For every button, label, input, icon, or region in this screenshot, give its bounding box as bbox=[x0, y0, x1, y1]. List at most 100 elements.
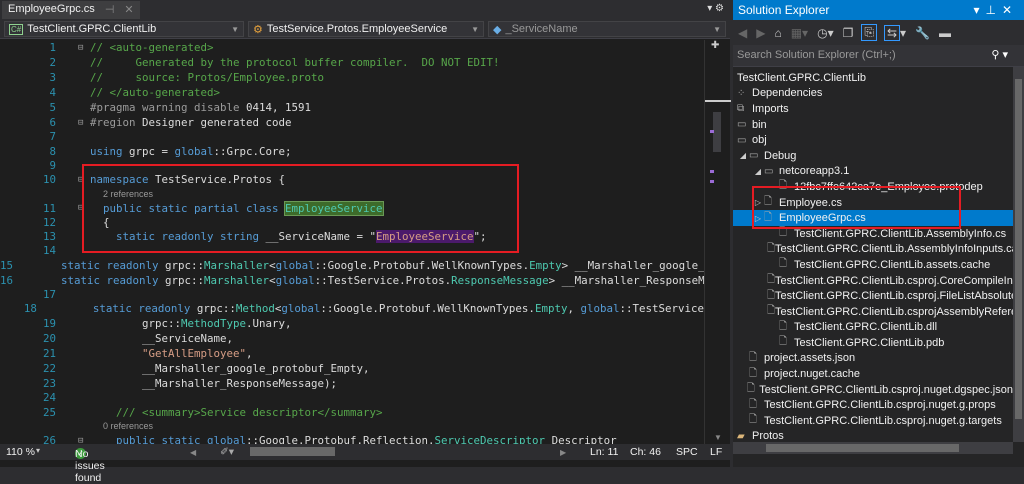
code-token: Empty bbox=[534, 302, 568, 315]
tree-item[interactable]: 🗋 project.nuget.cache bbox=[733, 366, 1013, 382]
code-token: 0414, 1591 bbox=[246, 101, 312, 114]
tree-item[interactable]: ▭ obj bbox=[733, 132, 1013, 148]
properties-icon[interactable]: 🔧 bbox=[915, 26, 930, 40]
scroll-thumb[interactable] bbox=[713, 112, 721, 152]
code-token: > __Marshaller_ResponseMessage bbox=[548, 273, 704, 287]
preview-icon[interactable]: ▬ bbox=[939, 26, 951, 40]
tree-vertical-scrollbar[interactable] bbox=[1013, 67, 1024, 442]
scroll-thumb[interactable] bbox=[766, 444, 959, 452]
tree-item[interactable]: 🗋 TestClient.GPRC.ClientLib.csproj.nuget.… bbox=[733, 397, 1013, 413]
solution-explorer-header: Solution Explorer ▾⊥✕ bbox=[733, 0, 1024, 20]
dropdown-icon[interactable]: ▾ bbox=[973, 3, 985, 17]
show-all-files-icon[interactable]: ⎘ bbox=[861, 24, 877, 41]
fold-toggle-icon[interactable]: ⊟ bbox=[78, 43, 90, 53]
dropdown-icon[interactable]: ▾ bbox=[707, 3, 712, 14]
pin-icon[interactable]: ⊣ bbox=[105, 3, 115, 17]
folder-icon: ▭ bbox=[737, 134, 747, 146]
code-line: 6 ⊟ #region Designer generated code bbox=[0, 115, 704, 130]
line-number: 25 bbox=[42, 405, 56, 419]
gear-icon[interactable]: ⚙ bbox=[715, 3, 724, 14]
close-icon[interactable]: ✕ bbox=[1002, 3, 1018, 17]
tree-item[interactable]: ▭ bin bbox=[733, 117, 1013, 133]
scroll-right-icon[interactable]: ▶ bbox=[560, 448, 566, 457]
project-label: TestClient.GPRC.ClientLib bbox=[27, 23, 157, 35]
code-token: global bbox=[174, 144, 214, 158]
fold-toggle-icon[interactable]: ⊟ bbox=[78, 118, 90, 128]
collapse-all-icon[interactable]: ❐ bbox=[843, 26, 854, 40]
tree-item[interactable]: 🗋 TestClient.GPRC.ClientLib.csproj.nuget.… bbox=[733, 382, 1013, 398]
file-icon: 🗋 bbox=[749, 367, 758, 379]
file-icon: 🗋 bbox=[749, 398, 758, 410]
history-icon[interactable]: ◷▾ bbox=[817, 26, 834, 40]
brush-icon[interactable]: ✐▾ bbox=[220, 446, 234, 458]
tree-item[interactable]: 🗋 TestClient.GPRC.ClientLib.pdb bbox=[733, 335, 1013, 351]
tree-item[interactable]: ◢ ▭ netcoreapp3.1 bbox=[733, 164, 1013, 180]
tree-item[interactable]: ⧉ Imports bbox=[733, 101, 1013, 117]
scroll-thumb[interactable] bbox=[1015, 79, 1022, 419]
chevron-down-icon: ▼ bbox=[231, 24, 239, 34]
home-icon[interactable]: ⌂ bbox=[774, 26, 781, 40]
code-token: Marshaller bbox=[204, 273, 270, 287]
line-ending[interactable]: LF bbox=[710, 446, 722, 458]
code-token: ResponseMessage bbox=[451, 273, 549, 287]
scroll-down-icon[interactable]: ▼ bbox=[714, 433, 722, 442]
back-icon[interactable]: ◀ bbox=[738, 26, 747, 40]
tree-item[interactable]: 🗋 TestClient.GPRC.ClientLib.dll bbox=[733, 320, 1013, 336]
zoom-dropdown-icon[interactable]: ▾ bbox=[36, 446, 40, 455]
line-number: 14 bbox=[42, 244, 56, 258]
pin-icon[interactable]: ⊥ bbox=[985, 3, 1001, 17]
tree-item[interactable]: 🗋 project.assets.json bbox=[733, 351, 1013, 367]
tree-item[interactable]: 🗋 TestClient.GPRC.ClientLib.csprojAssembl… bbox=[733, 304, 1013, 320]
solution-explorer-toolbar: ◀ ▶ ⌂ ▦▾ ◷▾ ❐ ⎘ ⇆ ▾ 🔧 ▬ bbox=[733, 20, 1024, 45]
sync-icon[interactable]: ⇆ bbox=[883, 24, 901, 41]
line-number: 8 bbox=[49, 144, 56, 158]
code-token: ::TestService bbox=[619, 302, 704, 315]
project-dropdown[interactable]: C# TestClient.GPRC.ClientLib ▼ bbox=[4, 21, 244, 37]
scroll-left-icon[interactable]: ◀ bbox=[190, 448, 196, 457]
code-lens-references[interactable]: 0 references bbox=[0, 420, 704, 434]
dependencies-icon: ⁘ bbox=[737, 87, 746, 99]
tree-item[interactable]: 🗋 TestClient.GPRC.ClientLib.csproj.nuget.… bbox=[733, 413, 1013, 429]
tree-item-label: TestClient.GPRC.ClientLib.pdb bbox=[794, 336, 945, 349]
tree-item[interactable]: 🗋 TestClient.GPRC.ClientLib.assets.cache bbox=[733, 257, 1013, 273]
code-token: ServiceDescriptor bbox=[434, 434, 546, 444]
column-number: Ch: 46 bbox=[630, 446, 661, 458]
search-solution-explorer-input[interactable]: Search Solution Explorer (Ctrl+;) ⚲ ▾ bbox=[733, 45, 1024, 67]
horizontal-scrollbar-thumb[interactable] bbox=[250, 447, 335, 456]
tree-item[interactable]: ⁘ Dependencies bbox=[733, 86, 1013, 102]
type-dropdown[interactable]: ⚙ TestService.Protos.EmployeeService ▼ bbox=[248, 21, 484, 37]
tab-employeegrpc[interactable]: EmployeeGrpc.cs ⊣ ✕ bbox=[2, 1, 140, 19]
tree-item[interactable]: 🗋 TestClient.GPRC.ClientLib.csproj.FileLi… bbox=[733, 288, 1013, 304]
tree-item[interactable]: 🗋 TestClient.GPRC.ClientLib.csproj.CoreCo… bbox=[733, 273, 1013, 289]
code-token: #pragma warning disable bbox=[90, 101, 247, 114]
split-icon[interactable]: ✚ bbox=[711, 40, 719, 51]
code-line: 21 "GetAllEmployee", bbox=[0, 346, 704, 361]
spacing-mode[interactable]: SPC bbox=[676, 446, 698, 458]
expand-arrow-icon[interactable]: ◢ bbox=[737, 151, 749, 160]
editor-status-bar: 110 % ▾ ✓ No issues found ✐▾ ◀ ▶ Ln: 11 … bbox=[0, 444, 730, 484]
line-number: 18 bbox=[23, 302, 37, 315]
change-marker bbox=[710, 130, 714, 133]
tree-item[interactable]: 🗋 TestClient.GPRC.ClientLib.AssemblyInfoI… bbox=[733, 242, 1013, 258]
expand-arrow-icon[interactable]: ◢ bbox=[752, 167, 764, 176]
search-icon[interactable]: ⚲ ▾ bbox=[991, 48, 1008, 61]
forward-icon[interactable]: ▶ bbox=[756, 26, 765, 40]
tree-item[interactable]: TestClient.GPRC.ClientLib bbox=[733, 70, 1013, 86]
code-token: global bbox=[207, 434, 247, 444]
vertical-scrollbar[interactable]: ✚ ▼ bbox=[704, 40, 731, 444]
fold-toggle-icon[interactable]: ⊟ bbox=[78, 436, 90, 445]
tree-horizontal-scrollbar[interactable] bbox=[733, 442, 1013, 454]
close-icon[interactable]: ✕ bbox=[124, 3, 133, 17]
switch-views-icon[interactable]: ▦▾ bbox=[791, 26, 808, 40]
code-token: MethodType bbox=[181, 317, 247, 330]
member-dropdown[interactable]: ◆ _ServiceName ▼ bbox=[488, 21, 726, 37]
code-text: #region Designer generated code bbox=[90, 116, 292, 129]
code-line: 2 // Generated by the protocol buffer com… bbox=[0, 55, 704, 70]
tree-item[interactable]: ◢ ▭ Debug bbox=[733, 148, 1013, 164]
code-line: 23 __Marshaller_ResponseMessage); bbox=[0, 376, 704, 391]
code-line: 25 /// <summary>Service descriptor</summ… bbox=[0, 405, 704, 420]
sync-dropdown-icon[interactable]: ▾ bbox=[900, 26, 906, 40]
zoom-level[interactable]: 110 % bbox=[6, 446, 35, 458]
file-icon: 🗋 bbox=[779, 320, 788, 332]
code-line: 1 ⊟// <auto-generated> bbox=[0, 40, 704, 55]
